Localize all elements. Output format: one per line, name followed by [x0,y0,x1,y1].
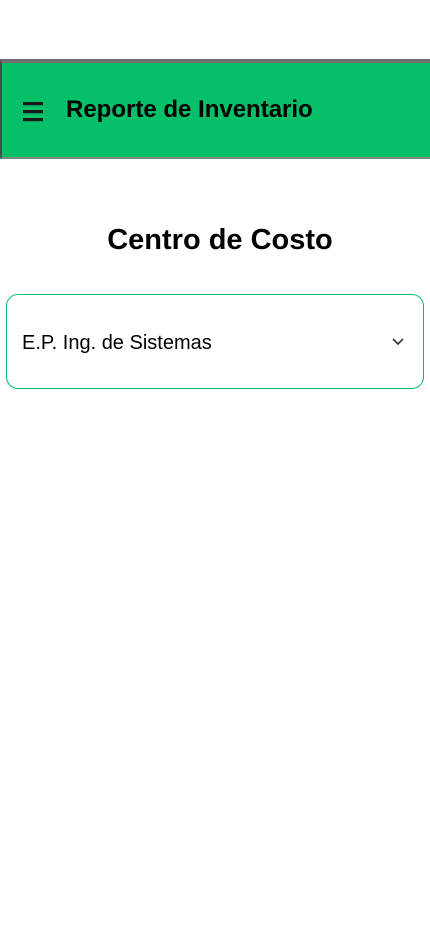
section-title: Centro de Costo [107,224,333,256]
page-title: Reporte de Inventario [66,96,313,123]
menu-button[interactable] [22,100,46,124]
chevron-down-icon [391,336,405,348]
cost-center-selected-value: E.P. Ing. de Sistemas [22,332,212,354]
cost-center-select[interactable]: E.P. Ing. de Sistemas [6,294,424,389]
app-bar: Reporte de Inventario [0,59,430,159]
hamburger-menu-icon [22,100,46,124]
page: Reporte de Inventario Centro de Costo E.… [0,0,430,932]
